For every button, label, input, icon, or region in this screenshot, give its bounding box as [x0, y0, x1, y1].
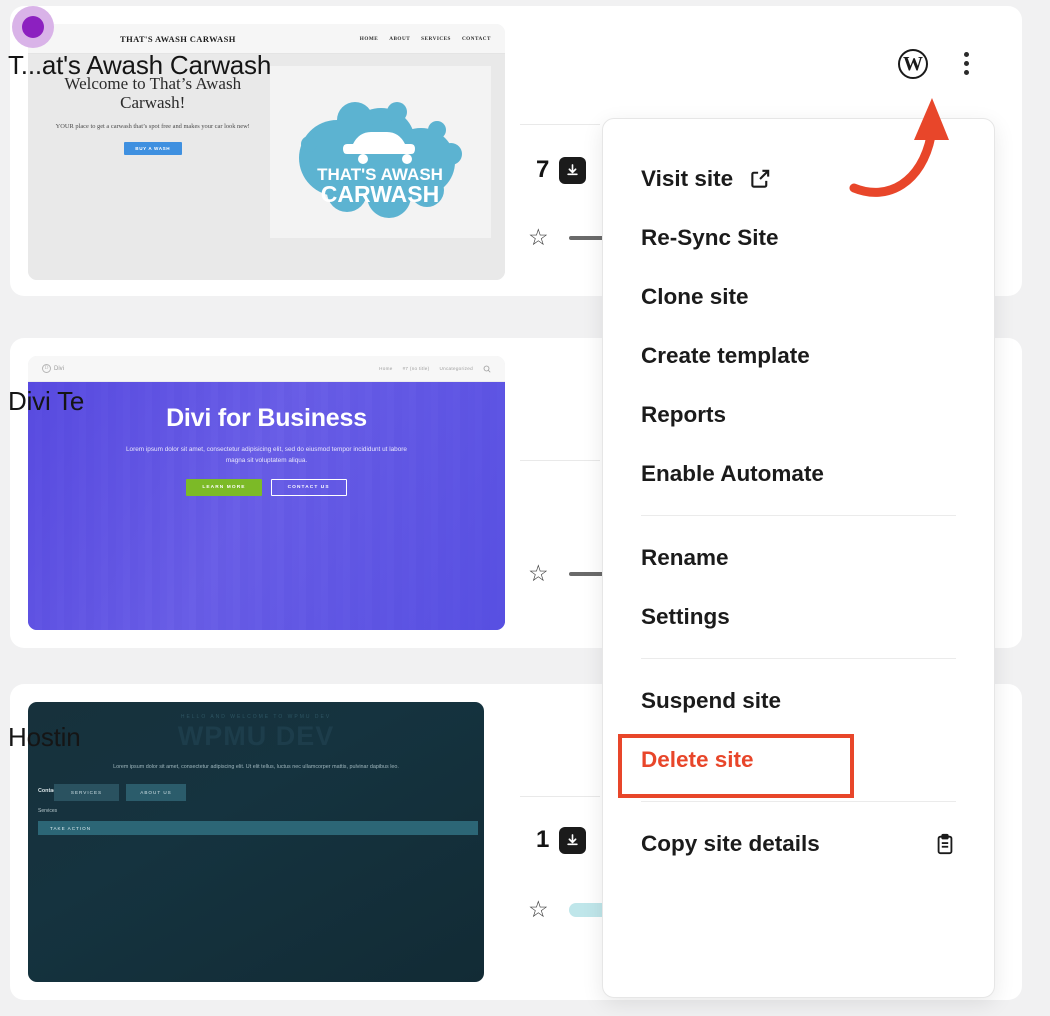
card-divider [520, 796, 600, 797]
thumb-button-about: ABOUT US [126, 784, 186, 801]
site-title: Hostin [8, 722, 81, 752]
site-thumbnail[interactable]: D Divi Home #7 (no title) Uncategorized … [28, 356, 505, 630]
thumb-primary-button: LEARN MORE [186, 479, 262, 497]
thumb-subtext: YOUR place to get a carwash that’s spot … [55, 123, 250, 131]
thumb-cta-bar: TAKE ACTION [38, 821, 478, 835]
menu-separator [641, 658, 956, 659]
menu-item-rename[interactable]: Rename [603, 528, 994, 587]
site-context-menu[interactable]: Visit site Re-Sync Site Clone site Creat… [602, 118, 995, 998]
thumb-nav-item: Uncategorized [439, 366, 473, 371]
thumb-nav-item: SERVICES [421, 35, 451, 42]
thumb-hero: HELLO AND WELCOME TO WPMU DEV WPMU DEV L… [28, 702, 484, 982]
thumb-paragraph: Lorem ipsum dolor sit amet, consectetur … [113, 764, 399, 770]
screen: THAT'S AWASH CARWASH HOME ABOUT SERVICES… [0, 0, 1050, 1016]
star-icon[interactable]: ☆ [528, 226, 549, 249]
update-count: 1 [536, 826, 550, 853]
thumb-nav: Home #7 (no title) Uncategorized [379, 365, 491, 373]
cursor-dot [22, 16, 44, 38]
menu-item-label: Settings [641, 603, 730, 629]
divi-logo-icon: D Divi [42, 364, 64, 373]
star-icon[interactable]: ☆ [528, 898, 549, 921]
menu-item-delete-site[interactable]: Delete site [603, 730, 994, 789]
menu-item-settings[interactable]: Settings [603, 587, 994, 646]
curved-arrow-annotation [849, 98, 949, 197]
clipboard-icon [934, 833, 956, 855]
logo-line-2: CARWASH [321, 181, 439, 207]
thumb-nav: HOME ABOUT SERVICES CONTACT [360, 36, 491, 42]
menu-item-label: Create template [641, 342, 810, 368]
menu-item-label: Copy site details [641, 830, 820, 856]
menu-item-label: Reports [641, 401, 727, 427]
menu-item-create-template[interactable]: Create template [603, 326, 994, 385]
external-link-icon [749, 167, 772, 190]
menu-item-label: Clone site [641, 283, 749, 309]
click-indicator [12, 6, 54, 48]
menu-separator [641, 801, 956, 802]
menu-item-label: Re-Sync Site [641, 224, 779, 250]
star-icon[interactable]: ☆ [528, 562, 549, 585]
thumb-paragraph: Lorem ipsum dolor sit amet, consectetur … [126, 446, 407, 465]
thumb-heading: Divi for Business [166, 404, 367, 432]
download-badge-icon [559, 826, 587, 854]
menu-separator [641, 515, 956, 516]
thumb-brand: Divi [54, 365, 64, 372]
update-count: 7 [536, 156, 550, 183]
thumb-secondary-button: CONTACT US [270, 479, 347, 497]
card-divider [520, 460, 600, 461]
thumb-nav-item: CONTACT [461, 35, 491, 42]
site-title: T...at's Awash Carwash [8, 50, 272, 80]
thumb-eyebrow: HELLO AND WELCOME TO WPMU DEV [180, 714, 332, 720]
thumb-brand: THAT'S AWASH CARWASH [120, 33, 236, 44]
menu-item-label: Suspend site [641, 687, 782, 713]
thumb-logo-panel: THAT'S AWASH CARWASH [269, 66, 491, 238]
menu-item-label: Visit site [641, 165, 734, 191]
site-header-actions: W [898, 48, 979, 79]
thumb-hero: Welcome to That’s Awash Carwash! YOUR pl… [28, 54, 505, 280]
thumb-navbar: D Divi Home #7 (no title) Uncategorized [28, 356, 505, 382]
download-badge-icon [559, 156, 587, 184]
updates-metric[interactable]: 7 [536, 156, 587, 184]
menu-item-label: Enable Automate [641, 460, 824, 486]
site-thumbnail[interactable]: HELLO AND WELCOME TO WPMU DEV WPMU DEV L… [28, 702, 484, 982]
carwash-bubble-logo-icon: THAT'S AWASH CARWASH [299, 102, 463, 218]
menu-item-copy-site-details[interactable]: Copy site details [603, 814, 994, 873]
thumb-cta-button: BUY A WASH [123, 142, 182, 156]
thumb-nav-item: #7 (no title) [402, 366, 430, 371]
card-divider [520, 124, 600, 125]
menu-item-reports[interactable]: Reports [603, 385, 994, 444]
thumb-hero: Divi for Business Lorem ipsum dolor sit … [28, 382, 505, 630]
thumb-nav-item: HOME [359, 35, 379, 42]
site-title: Divi Te [8, 386, 85, 416]
menu-item-label: Delete site [641, 746, 754, 772]
menu-item-enable-automate[interactable]: Enable Automate [603, 444, 994, 503]
search-icon [483, 365, 491, 373]
more-vertical-icon[interactable] [954, 48, 979, 79]
menu-item-re-sync-site[interactable]: Re-Sync Site [603, 208, 994, 267]
thumb-services-label: Services [38, 808, 58, 814]
thumb-heading: WPMU DEV [177, 721, 335, 751]
thumb-button-services: SERVICES [54, 784, 119, 801]
wordpress-icon[interactable]: W [898, 48, 928, 79]
thumb-nav-item: ABOUT [389, 35, 411, 42]
menu-item-suspend-site[interactable]: Suspend site [603, 671, 994, 730]
thumb-nav-item: Home [379, 366, 393, 371]
menu-item-label: Rename [641, 544, 729, 570]
menu-item-clone-site[interactable]: Clone site [603, 267, 994, 326]
updates-metric[interactable]: 1 [536, 826, 587, 854]
